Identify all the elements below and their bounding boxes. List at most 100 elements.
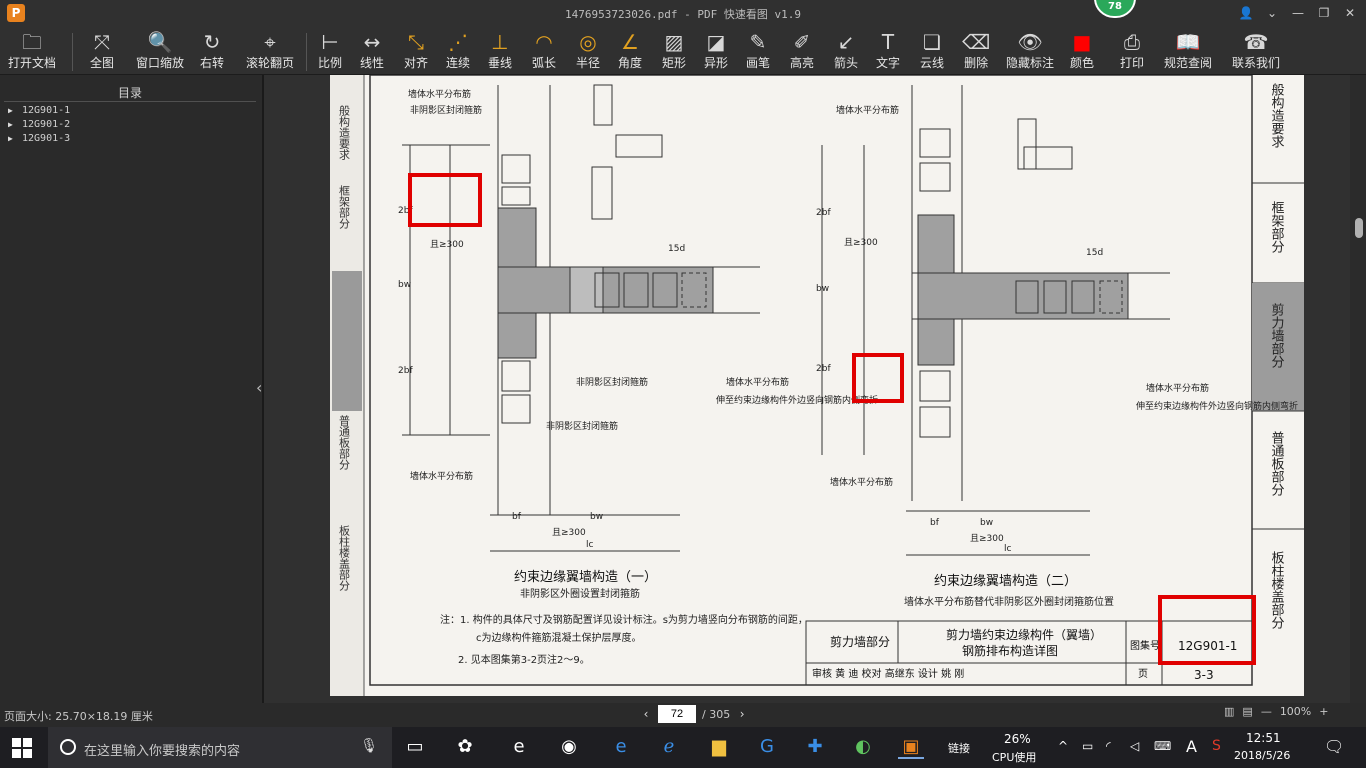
windows-taskbar: 在这里输入你要搜索的内容 🎙 ▭ ✿ e ◉ e ℯ ▆ G ✚ ◐ ▣ 链接 … — [0, 727, 1366, 768]
tool-align-button[interactable]: ⤡ 对齐 — [404, 29, 428, 71]
search-placeholder[interactable]: 在这里输入你要搜索的内容 — [84, 740, 240, 759]
tb-section: 剪力墙部分 — [830, 634, 890, 649]
input-language-indicator[interactable]: A — [1186, 737, 1197, 756]
view-mode-continuous-icon[interactable]: ▤ — [1242, 705, 1252, 718]
tool-open-button[interactable]: 🗀 打开文档 — [8, 29, 56, 71]
tray-expand-icon[interactable]: ^ — [1058, 739, 1068, 753]
keyboard-icon[interactable]: ⌨ — [1154, 739, 1171, 753]
zoom-in-icon[interactable]: + — [1319, 705, 1328, 718]
pinwheel-app-icon[interactable]: ✿ — [452, 735, 478, 759]
internet-explorer-icon[interactable]: ℯ — [656, 735, 682, 759]
highlighter-icon: ✐ — [793, 30, 811, 54]
cpu-label: CPU使用 — [992, 751, 1037, 764]
tool-arrow-button[interactable]: ↙ 箭头 — [834, 29, 858, 71]
zoom-out-icon[interactable]: — — [1261, 705, 1272, 718]
tool-arc-length-button[interactable]: ◠ 弧长 — [532, 29, 556, 71]
tool-app-icon[interactable]: ✚ — [802, 735, 828, 759]
tool-continuous-button[interactable]: ⋰ 连续 — [446, 29, 470, 71]
right-tab-5: 板柱楼盖部分 — [1269, 551, 1285, 630]
clock-date[interactable]: 2018/5/26 — [1234, 749, 1290, 762]
minimize-button[interactable]: — — [1288, 3, 1308, 23]
task-view-icon[interactable]: ▭ — [402, 735, 428, 759]
toc-item-label[interactable]: 12G901-1 — [22, 105, 70, 116]
tool-pen-button[interactable]: ✎ 画笔 — [746, 29, 770, 71]
eye-hide-icon: 👁 — [1017, 30, 1043, 54]
expand-triangle-icon[interactable]: ▶ — [8, 104, 22, 118]
toc-item[interactable]: ▶ 12G901-3 — [0, 132, 260, 146]
next-page-icon[interactable]: › — [736, 707, 748, 721]
tool-label: 比例 — [318, 56, 343, 70]
tool-polygon-button[interactable]: ◪ 异形 — [704, 29, 728, 71]
tool-label: 角度 — [618, 56, 643, 70]
green-app-icon[interactable]: ◐ — [850, 735, 876, 759]
tool-label: 异形 — [704, 56, 729, 70]
tool-perpendicular-button[interactable]: ⊥ 垂线 — [488, 29, 512, 71]
tool-label: 全图 — [90, 56, 115, 70]
cortana-icon[interactable] — [60, 739, 76, 755]
ie-browser-icon[interactable]: e — [506, 735, 532, 759]
link-label[interactable]: 链接 — [948, 740, 970, 756]
tool-angle-button[interactable]: ∠ 角度 — [618, 29, 642, 71]
user-icon[interactable]: 👤 — [1236, 3, 1256, 23]
tool-hide-marks-button[interactable]: 👁 隐藏标注 — [1006, 29, 1054, 71]
tb-page-label: 页 — [1138, 668, 1148, 680]
chrome-like-icon[interactable]: ◉ — [556, 735, 582, 759]
file-explorer-icon[interactable]: ▆ — [706, 735, 732, 759]
microphone-icon[interactable]: 🎙 — [360, 738, 378, 754]
tool-window-zoom-button[interactable]: 🔍 窗口缩放 — [136, 29, 184, 71]
status-bar: 页面大小: 25.70×18.19 厘米 ‹ / 305 › ▥ ▤ — 100… — [0, 703, 1366, 727]
tool-text-button[interactable]: T 文字 — [876, 29, 900, 71]
taskbar-search[interactable]: 在这里输入你要搜索的内容 🎙 — [48, 727, 392, 768]
vertical-scrollbar-thumb[interactable] — [1355, 218, 1363, 238]
tool-label: 对齐 — [404, 56, 429, 70]
toc-item-label[interactable]: 12G901-2 — [22, 119, 70, 130]
restore-button[interactable]: ❐ — [1314, 3, 1334, 23]
google-app-icon[interactable]: G — [754, 735, 780, 759]
pdf-page[interactable]: 般构造要求 框架部分 普通板部分 板柱楼盖部分 般构造要求 框架部分 剪力墙部分… — [330, 75, 1304, 696]
tool-rect-button[interactable]: ▨ 矩形 — [662, 29, 686, 71]
tool-highlight-button[interactable]: ✐ 高亮 — [790, 29, 814, 71]
linear-dim-icon: ↔ — [363, 30, 381, 54]
d1-label-wall-bottom: 墙体水平分布筋 — [410, 470, 473, 482]
menu-chevron-icon[interactable]: ⌄ — [1262, 3, 1282, 23]
expand-triangle-icon[interactable]: ▶ — [8, 132, 22, 146]
notifications-icon[interactable]: 🗨 — [1324, 737, 1344, 756]
total-pages: / 305 — [702, 707, 731, 721]
right-tab-1: 般构造要求 — [1269, 82, 1285, 148]
wifi-icon[interactable]: ◜ — [1106, 739, 1111, 753]
tool-contact-button[interactable]: ☎ 联系我们 — [1232, 29, 1280, 71]
tool-label: 文字 — [876, 56, 901, 70]
close-button[interactable]: ✕ — [1340, 3, 1360, 23]
sogou-ime-icon[interactable]: S — [1212, 738, 1221, 754]
tool-linear-button[interactable]: ↔ 线性 — [360, 29, 384, 71]
view-mode-single-icon[interactable]: ▥ — [1224, 705, 1234, 718]
tool-wheel-page-button[interactable]: ⌖ 滚轮翻页 — [246, 29, 294, 71]
tool-radius-button[interactable]: ◎ 半径 — [576, 29, 600, 71]
toc-item[interactable]: ▶ 12G901-1 — [0, 104, 260, 118]
expand-triangle-icon[interactable]: ▶ — [8, 118, 22, 132]
battery-icon[interactable]: ▭ — [1082, 739, 1093, 753]
clock-time[interactable]: 12:51 — [1246, 731, 1281, 745]
tool-cloud-button[interactable]: ❏ 云线 — [920, 29, 944, 71]
edge-icon[interactable]: e — [608, 735, 634, 759]
prev-page-icon[interactable]: ‹ — [640, 707, 652, 721]
toc-item-label[interactable]: 12G901-3 — [22, 133, 70, 144]
tool-label: 右转 — [200, 56, 225, 70]
tool-delete-button[interactable]: ⌫ 删除 — [962, 29, 990, 71]
tool-print-button[interactable]: ⎙ 打印 — [1120, 29, 1144, 71]
tool-color-button[interactable]: ■ 颜色 — [1070, 29, 1094, 71]
windows-start-icon[interactable] — [12, 738, 32, 758]
left-tab-text-4: 板柱楼盖部分 — [338, 524, 351, 591]
tool-spec-button[interactable]: 📖 规范查阅 — [1164, 29, 1212, 71]
d1-dim-bf: bf — [512, 512, 522, 522]
tool-rotate-right-button[interactable]: ↻ 右转 — [200, 29, 224, 71]
pdf-viewer-taskbar-icon[interactable]: ▣ — [898, 735, 924, 759]
toc-item[interactable]: ▶ 12G901-2 — [0, 118, 260, 132]
tool-fit-all-button[interactable]: ⤧ 全图 — [90, 29, 114, 71]
tool-scale-button[interactable]: ⊢ 比例 — [318, 29, 342, 71]
volume-icon[interactable]: ◁ — [1130, 739, 1139, 753]
page-number-input[interactable] — [658, 705, 696, 723]
collapse-sidebar-icon[interactable]: ‹ — [256, 378, 262, 397]
tool-label: 滚轮翻页 — [246, 56, 295, 70]
tool-label: 高亮 — [790, 56, 815, 70]
